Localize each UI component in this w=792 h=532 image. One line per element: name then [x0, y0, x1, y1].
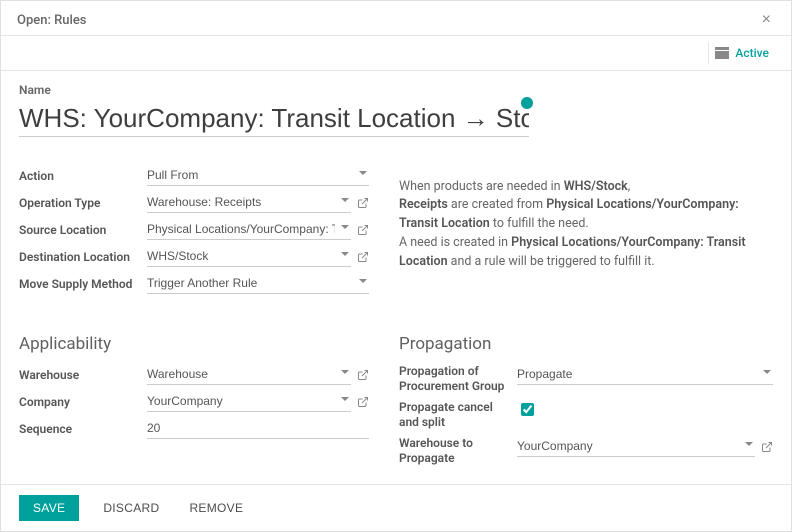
external-link-icon[interactable] — [357, 197, 369, 209]
operation-type-label: Operation Type — [19, 196, 139, 210]
close-button[interactable]: × — [758, 11, 775, 29]
operation-type-select[interactable] — [147, 192, 351, 213]
description-column: When products are needed in WHS/Stock, R… — [399, 165, 773, 300]
active-status-label: Active — [735, 46, 769, 60]
propagation-section: Propagation Propagation of Procurement G… — [399, 334, 773, 472]
status-bar: Active — [1, 35, 791, 71]
rule-description: When products are needed in WHS/Stock, R… — [399, 178, 773, 272]
warehouse-to-propagate-select[interactable] — [517, 436, 755, 457]
warehouse-to-propagate-label: Warehouse to Propagate — [399, 436, 509, 466]
close-icon: × — [762, 11, 771, 28]
translate-icon[interactable] — [521, 97, 533, 109]
source-location-select[interactable] — [147, 219, 351, 240]
name-label: Name — [19, 83, 529, 97]
dialog-footer: SAVE DISCARD REMOVE — [1, 484, 791, 531]
external-link-icon[interactable] — [357, 224, 369, 236]
active-status-button[interactable]: Active — [708, 42, 775, 64]
dialog-header: Open: Rules × — [1, 1, 791, 35]
sequence-label: Sequence — [19, 422, 139, 436]
propagation-group-label: Propagation of Procurement Group — [399, 364, 509, 394]
external-link-icon[interactable] — [357, 396, 369, 408]
propagate-cancel-checkbox[interactable] — [521, 403, 534, 416]
warehouse-select[interactable] — [147, 364, 351, 385]
propagation-group-select[interactable] — [517, 364, 773, 385]
name-input[interactable] — [19, 101, 529, 137]
external-link-icon[interactable] — [357, 369, 369, 381]
rules-dialog: Open: Rules × Active Name Action — [0, 0, 792, 532]
action-label: Action — [19, 169, 139, 183]
warehouse-label: Warehouse — [19, 368, 139, 382]
applicability-section: Applicability Warehouse Company — [19, 334, 369, 472]
propagate-cancel-label: Propagate cancel and split — [399, 400, 509, 430]
name-field-group: Name — [19, 83, 529, 137]
company-select[interactable] — [147, 391, 351, 412]
discard-button[interactable]: DISCARD — [97, 500, 165, 516]
destination-location-select[interactable] — [147, 246, 351, 267]
propagation-heading: Propagation — [399, 334, 773, 354]
dialog-title: Open: Rules — [17, 13, 87, 28]
fields-column: Action Operation Type — [19, 165, 369, 300]
applicability-heading: Applicability — [19, 334, 369, 354]
external-link-icon[interactable] — [761, 441, 773, 453]
source-location-label: Source Location — [19, 223, 139, 237]
save-button[interactable]: SAVE — [19, 495, 79, 521]
destination-location-label: Destination Location — [19, 250, 139, 264]
remove-button[interactable]: REMOVE — [183, 500, 249, 516]
archive-icon — [715, 47, 729, 59]
company-label: Company — [19, 395, 139, 409]
sequence-input[interactable] — [147, 418, 369, 439]
dialog-body: Name Action Operation Type — [1, 83, 791, 482]
external-link-icon[interactable] — [357, 251, 369, 263]
action-select[interactable] — [147, 165, 369, 186]
move-supply-method-label: Move Supply Method — [19, 277, 139, 291]
move-supply-method-select[interactable] — [147, 273, 369, 294]
